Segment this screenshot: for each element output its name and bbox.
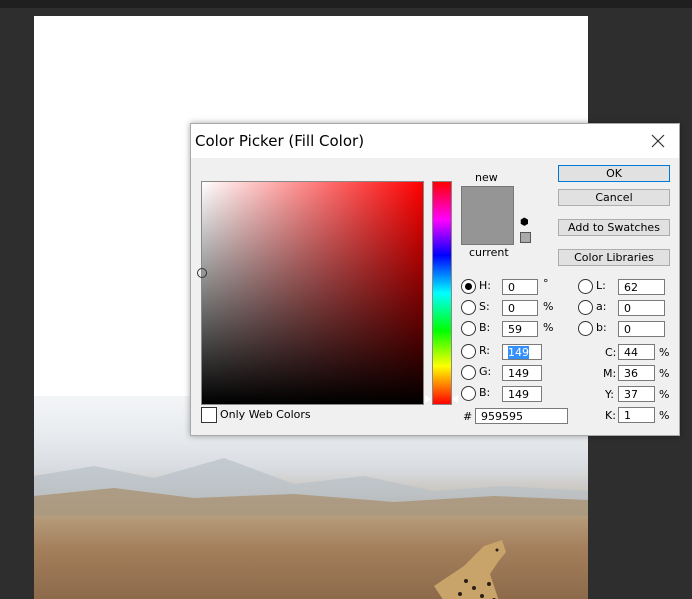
l-input[interactable]: 62 (618, 279, 665, 295)
new-color-swatch (461, 186, 514, 217)
hex-label: # (463, 410, 473, 423)
radio-s[interactable] (461, 300, 476, 315)
radio-g[interactable] (461, 365, 476, 380)
dialog-titlebar: Color Picker (Fill Color) (191, 124, 679, 158)
hue-slider-handle-left[interactable] (425, 395, 431, 403)
m-input[interactable]: 36 (618, 365, 655, 381)
mountains-layer (34, 458, 588, 516)
a-label: a: (596, 300, 607, 313)
color-field[interactable] (197, 181, 424, 405)
m-label: M: (603, 367, 617, 380)
y-input[interactable]: 37 (618, 386, 655, 402)
radio-b[interactable] (461, 321, 476, 336)
radio-lab-b[interactable] (578, 321, 593, 336)
m-unit: % (659, 367, 670, 380)
current-color-swatch[interactable] (461, 216, 514, 245)
c-label: C: (605, 346, 617, 359)
k-unit: % (659, 409, 670, 422)
g-input[interactable]: 149 (502, 365, 542, 381)
b-label: B: (479, 321, 491, 334)
h-input[interactable]: 0 (502, 279, 538, 295)
radio-h[interactable] (461, 279, 476, 294)
g-label: G: (479, 365, 492, 378)
close-icon[interactable] (644, 127, 672, 155)
b-input[interactable]: 59 (502, 321, 538, 337)
radio-blue[interactable] (461, 386, 476, 401)
top-bar (0, 0, 692, 8)
l-label: L: (596, 279, 606, 292)
s-input[interactable]: 0 (502, 300, 538, 316)
c-input[interactable]: 44 (618, 344, 655, 360)
k-label: K: (605, 409, 616, 422)
hue-slider-handle-right[interactable] (452, 395, 458, 403)
color-picker-dialog: Color Picker (Fill Color) new current ⬢ … (190, 123, 680, 436)
r-label: R: (479, 344, 491, 357)
color-field-marker[interactable] (197, 268, 207, 278)
r-input-value: 149 (508, 346, 529, 359)
hue-slider[interactable] (432, 181, 452, 405)
h-label: H: (479, 279, 491, 292)
only-web-colors-label: Only Web Colors (220, 408, 311, 421)
cancel-button[interactable]: Cancel (558, 189, 670, 206)
lab-b-label: b: (596, 321, 607, 334)
add-to-swatches-button[interactable]: Add to Swatches (558, 219, 670, 236)
web-safe-icon[interactable] (520, 232, 531, 243)
radio-a[interactable] (578, 300, 593, 315)
s-unit: % (543, 300, 554, 313)
current-label: current (469, 246, 509, 259)
k-input[interactable]: 1 (618, 407, 655, 423)
radio-r[interactable] (461, 344, 476, 359)
radio-l[interactable] (578, 279, 593, 294)
h-unit: ° (543, 277, 549, 290)
b-unit: % (543, 321, 554, 334)
cheetah-image (434, 540, 506, 599)
a-input[interactable]: 0 (618, 300, 665, 316)
new-label: new (475, 171, 498, 184)
c-unit: % (659, 346, 670, 359)
blue-input[interactable]: 149 (502, 386, 542, 402)
dialog-title: Color Picker (Fill Color) (195, 132, 365, 150)
s-label: S: (479, 300, 490, 313)
color-libraries-button[interactable]: Color Libraries (558, 249, 670, 266)
hex-input[interactable]: 959595 (475, 408, 568, 424)
ok-button[interactable]: OK (558, 165, 670, 182)
y-unit: % (659, 388, 670, 401)
r-input[interactable]: 149 (502, 344, 542, 360)
lab-b-input[interactable]: 0 (618, 321, 665, 337)
gamut-cube-icon[interactable]: ⬢ (520, 218, 530, 228)
only-web-colors-checkbox[interactable] (201, 407, 217, 423)
y-label: Y: (605, 388, 614, 401)
blue-label: B: (479, 386, 491, 399)
